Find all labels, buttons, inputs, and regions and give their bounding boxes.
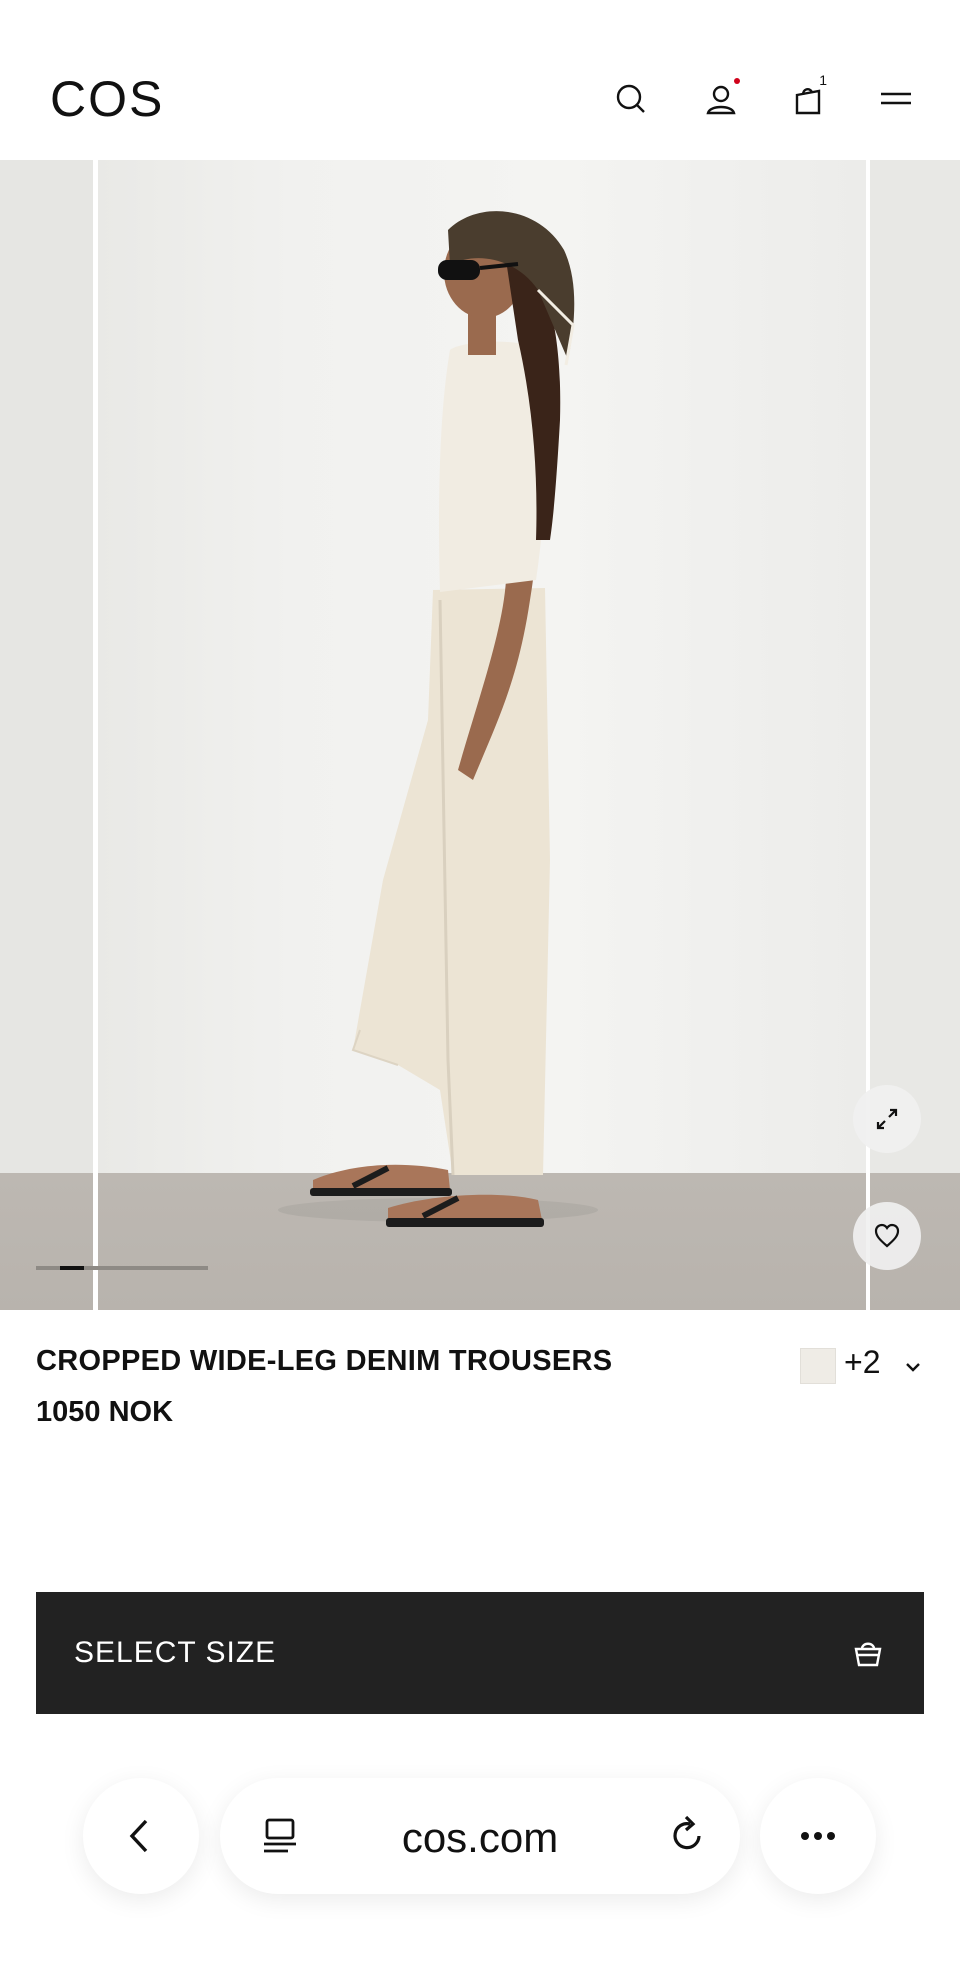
product-name: CROPPED WIDE-LEG DENIM TROUSERS	[36, 1345, 613, 1377]
brand-logo[interactable]: COS	[50, 70, 164, 128]
account-icon[interactable]	[700, 78, 742, 120]
select-size-label: SELECT SIZE	[74, 1636, 277, 1669]
heart-icon[interactable]	[853, 1202, 921, 1270]
notification-dot	[734, 78, 740, 84]
bag-icon[interactable]: 1	[787, 72, 829, 120]
product-image-gallery[interactable]	[0, 160, 960, 1310]
select-size-button[interactable]: SELECT SIZE	[36, 1592, 924, 1714]
color-swatch[interactable]	[800, 1348, 836, 1384]
model-photo	[278, 211, 598, 1227]
address-bar[interactable]: cos.com	[220, 1778, 740, 1894]
basket-icon	[854, 1642, 882, 1667]
url-text[interactable]: cos.com	[220, 1814, 740, 1862]
gallery-progress-indicator	[60, 1266, 84, 1270]
more-colors-count[interactable]: +2	[844, 1344, 880, 1381]
menu-icon[interactable]	[875, 78, 917, 120]
chevron-down-icon[interactable]	[900, 1354, 926, 1380]
bag-count: 1	[819, 72, 827, 88]
site-header: COS 1	[0, 0, 960, 160]
previous-image[interactable]	[0, 160, 93, 1310]
expand-icon[interactable]	[853, 1085, 921, 1153]
reload-icon[interactable]	[664, 1812, 710, 1858]
more-icon[interactable]	[760, 1778, 876, 1894]
back-icon[interactable]	[83, 1778, 199, 1894]
product-price: 1050 NOK	[36, 1396, 174, 1428]
product-image[interactable]	[98, 160, 866, 1310]
gallery-progress	[36, 1266, 208, 1270]
search-icon[interactable]	[610, 78, 652, 120]
